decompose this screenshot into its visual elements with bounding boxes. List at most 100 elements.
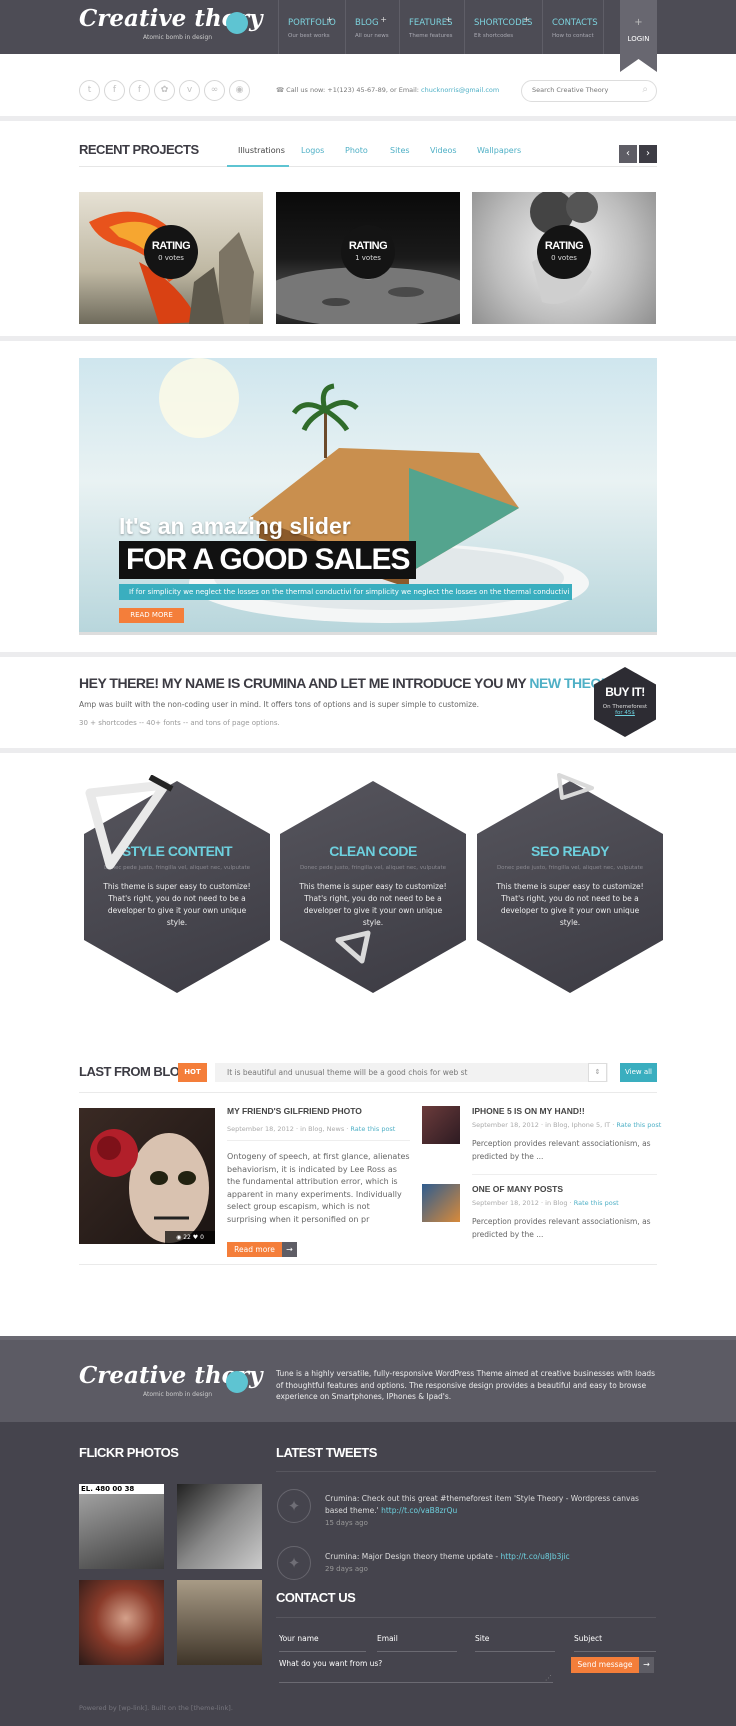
side-post-title[interactable]: IPHONE 5 IS ON MY HAND!! (472, 1106, 585, 1116)
tab-wallpapers[interactable]: Wallpapers (477, 146, 521, 155)
nav-label: PORTFOLIO (288, 18, 336, 28)
project-thumb[interactable]: RATING 0 votes (472, 192, 656, 324)
nav-item-blog[interactable]: BLOG All our news + (345, 0, 399, 54)
rate-link[interactable]: Rate this post (574, 1199, 619, 1207)
side-post-meta: September 18, 2012 · in Blog, Iphone 5, … (472, 1121, 662, 1129)
rate-link[interactable]: Rate this post (350, 1125, 395, 1133)
flickr-icon[interactable]: ✿ (154, 80, 175, 101)
rating-votes: 1 votes (355, 254, 381, 262)
main-post-image[interactable]: ◉ 22 ♥ 0 (79, 1108, 215, 1244)
project-thumb[interactable]: RATING 0 votes (79, 192, 263, 324)
search-icon[interactable]: ⌕ (642, 84, 648, 95)
tab-sites[interactable]: Sites (390, 146, 410, 155)
hero-slider[interactable]: It's an amazing slider FOR A GOOD SALES … (79, 358, 657, 635)
post-rule (472, 1174, 657, 1175)
prev-arrow-icon[interactable]: ‹ (619, 145, 637, 163)
login-tab[interactable]: + LOGIN (620, 0, 657, 72)
contact-email[interactable]: chucknorris@gmail.com (421, 86, 499, 94)
feature-hex: SEO READY Donec pede justo, fringilla ve… (477, 781, 663, 993)
tweet-link[interactable]: http://t.co/u8Jb3jic (501, 1552, 570, 1561)
rss-icon[interactable]: ◉ (229, 80, 250, 101)
nav-item-portfolio[interactable]: PORTFOLIO Our best works + (278, 0, 345, 54)
flickr-photo[interactable] (177, 1580, 262, 1665)
read-more-button[interactable]: READ MORE (119, 608, 184, 623)
name-field[interactable]: Your name (279, 1634, 366, 1652)
logo-dot-icon (226, 1371, 248, 1393)
tweets-title: LATEST TWEETS (276, 1445, 377, 1460)
plus-icon: + (380, 15, 387, 24)
powered-by: Powered by [wp-link]. Built on the [them… (79, 1704, 233, 1712)
main-post-text: Ontogeny of speech, at first glance, ali… (227, 1152, 410, 1224)
tweet-text: Crumina: Major Design theory theme updat… (325, 1552, 499, 1561)
side-post-thumb[interactable] (422, 1184, 460, 1222)
rating-votes: 0 votes (551, 254, 577, 262)
search-input[interactable] (532, 86, 632, 94)
arrow-right-icon[interactable]: → (282, 1242, 297, 1257)
post-cats: in Blog, News (300, 1125, 345, 1133)
rating-votes: 0 votes (158, 254, 184, 262)
main-post-title[interactable]: MY FRIEND'S GILFRIEND PHOTO (227, 1106, 362, 1116)
tweet-link[interactable]: http://t.co/vaB8zrQu (381, 1506, 457, 1515)
slider-headline: FOR A GOOD SALES (119, 541, 417, 579)
blog-rule (79, 1092, 657, 1093)
facebook-alt-icon[interactable]: f (129, 80, 150, 101)
arrow-right-icon[interactable]: → (639, 1657, 654, 1673)
twitter-bird-icon: ✦ (277, 1546, 311, 1580)
next-arrow-icon[interactable]: › (639, 145, 657, 163)
post-stats: ◉ 22 ♥ 0 (165, 1231, 215, 1244)
post-date: September 18, 2012 (472, 1199, 539, 1207)
flickr-photo[interactable] (79, 1580, 164, 1665)
nav-sub: Elt shortcodes (474, 33, 514, 39)
nav-item-features[interactable]: FEATURES Theme features + (399, 0, 464, 54)
send-message-button[interactable]: Send message (571, 1657, 639, 1673)
post-rule (227, 1140, 410, 1141)
triangle-decor-icon (85, 775, 174, 870)
lastfm-icon[interactable]: ∞ (204, 80, 225, 101)
feature-text: This theme is super easy to customize! T… (103, 882, 251, 927)
tab-photo[interactable]: Photo (345, 146, 368, 155)
flickr-title: FLICKR PHOTOS (79, 1445, 179, 1460)
tab-illustrations[interactable]: Illustrations (238, 146, 285, 155)
site-field[interactable]: Site (475, 1634, 555, 1652)
tweet: Crumina: Major Design theory theme updat… (325, 1551, 655, 1575)
blog-rule (79, 1264, 657, 1265)
footer-rule (276, 1617, 656, 1618)
post-date: September 18, 2012 (227, 1125, 294, 1133)
tab-videos[interactable]: Videos (430, 146, 457, 155)
side-post-title[interactable]: ONE OF MANY POSTS (472, 1184, 563, 1194)
subject-field[interactable]: Subject (574, 1634, 656, 1652)
facebook-icon[interactable]: f (104, 80, 125, 101)
search-box[interactable]: ⌕ (521, 80, 657, 102)
logo-dot-icon (226, 12, 248, 34)
plus-icon: + (445, 15, 452, 24)
nav-sub: Theme features (409, 33, 453, 39)
post-date: September 18, 2012 (472, 1121, 539, 1129)
side-post-thumb[interactable] (422, 1106, 460, 1144)
vimeo-icon[interactable]: v (179, 80, 200, 101)
hot-badge: HOT (178, 1063, 207, 1082)
flickr-photo[interactable]: EL. 480 00 38 (79, 1484, 164, 1569)
flickr-photo[interactable] (177, 1484, 262, 1569)
section-divider (0, 748, 736, 753)
contact-title: CONTACT US (276, 1590, 356, 1605)
rating-badge: RATING 0 votes (144, 225, 198, 279)
rate-link[interactable]: Rate this post (616, 1121, 661, 1129)
tab-logos[interactable]: Logos (301, 146, 324, 155)
section-divider (0, 336, 736, 341)
blog-title: LAST FROM BLOG (79, 1064, 190, 1079)
nav-item-contacts[interactable]: CONTACTS How to contact (542, 0, 604, 54)
read-more-button[interactable]: Read more (227, 1242, 282, 1257)
project-thumb[interactable]: RATING 1 votes (276, 192, 460, 324)
flickr-sign: EL. 480 00 38 (79, 1484, 164, 1494)
message-field[interactable]: What do you want from us? (279, 1655, 553, 1683)
nav-item-shortcodes[interactable]: SHORTCODES Elt shortcodes + (464, 0, 542, 54)
contact-line: ☎ Call us now: +1(123) 45-67-89, or Emai… (276, 86, 499, 94)
twitter-icon[interactable]: t (79, 80, 100, 101)
email-field[interactable]: Email (377, 1634, 457, 1652)
view-all-button[interactable]: View all (620, 1063, 657, 1082)
ticker-toggle-icon[interactable]: ⇕ (588, 1063, 607, 1082)
nav-sub: All our news (355, 33, 389, 39)
triangle-decor-icon (335, 930, 371, 964)
projects-rule (79, 166, 657, 167)
resize-grip-icon: ⋰ (545, 1674, 552, 1682)
